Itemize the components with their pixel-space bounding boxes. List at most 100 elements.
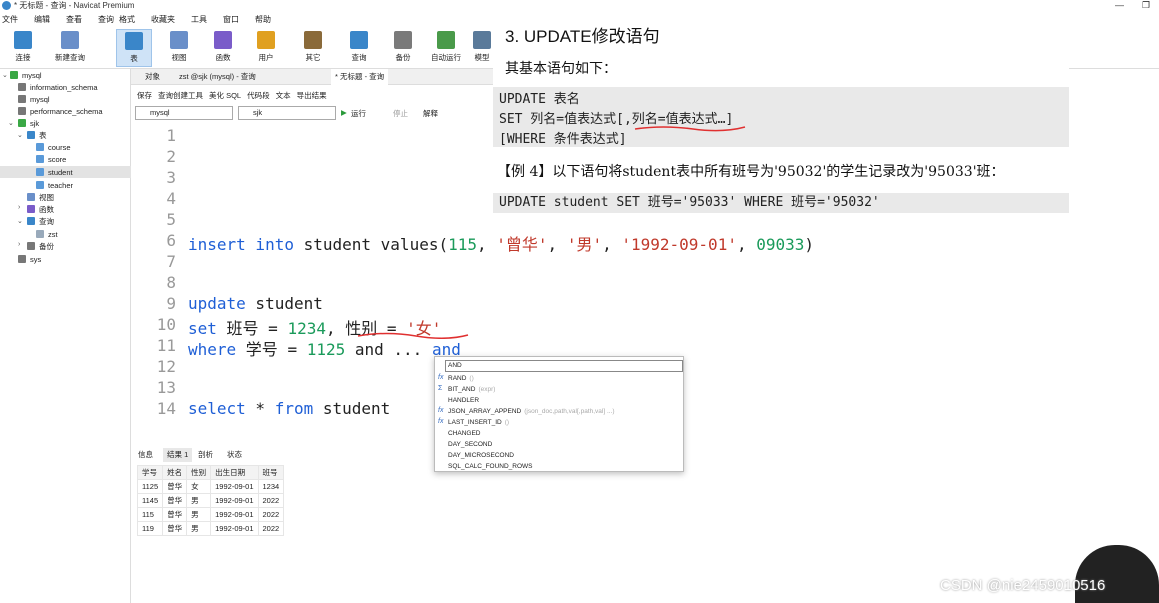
table-icon [36,155,44,163]
tree-node-mysql-connection[interactable]: mysql [10,69,42,81]
tab-zst-query[interactable]: zst @sjk (mysql) - 查询 [175,69,260,85]
webcam-person-image [1075,545,1159,603]
tab-profile[interactable]: 剖析 [194,448,217,462]
tree-node-functions[interactable]: 函数 [27,203,54,215]
table-row[interactable]: 119 曾华男 1992-09-01 2022 [136,521,285,536]
chevron-right-icon[interactable]: › [18,241,20,248]
export-results-button[interactable]: 导出结果 [297,90,327,101]
query-builder-button[interactable]: 查询创建工具 [158,90,203,101]
tree-node-sjk[interactable]: sjk [18,117,39,129]
menu-query[interactable]: 查询 [98,14,114,25]
view-button[interactable]: 视图 [161,29,197,67]
menu-favorites[interactable]: 收藏夹 [151,14,175,25]
run-icon: ▶ [341,108,347,117]
column-header[interactable]: 出生日期 [210,465,259,480]
menu-file[interactable]: 文件 [2,14,18,25]
new-query-icon [61,31,79,49]
column-header[interactable]: 姓名 [162,465,188,480]
tree-node-course[interactable]: course [36,141,71,153]
autocomplete-item[interactable]: BIT_AND (expr) [448,384,495,395]
chevron-down-icon[interactable]: ⌄ [8,119,14,127]
autocomplete-item[interactable]: LAST_INSERT_ID() [448,417,509,428]
beautify-sql-button[interactable]: 美化 SQL [209,90,241,101]
menu-edit[interactable]: 编辑 [34,14,50,25]
table-row[interactable]: 1145 曾华男 1992-09-01 2022 [136,493,285,508]
minimize-button[interactable]: — [1115,0,1124,10]
stop-button[interactable]: 停止 [393,108,408,119]
connection-select[interactable]: mysql [135,106,233,120]
tab-untitled-query[interactable]: * 无标题 - 查询 [331,69,389,85]
code-line-where: where 学号 = 1125 and ... and [188,340,461,359]
tree-node-tables[interactable]: 表 [27,129,47,141]
connect-button[interactable]: 连接 [5,29,41,67]
database-select[interactable]: sjk [238,106,336,120]
result-tabs: 信息 结果 1 剖析 状态 [131,448,1159,462]
column-header[interactable]: 班号 [257,465,285,480]
autocomplete-item[interactable]: HANDLER [448,395,482,406]
query-icon [350,31,368,49]
tree-node-information-schema[interactable]: information_schema [18,81,98,93]
tree-node-backups[interactable]: 备份 [27,240,54,252]
run-button[interactable]: 运行 [351,108,366,119]
function-icon [27,205,35,213]
tab-info[interactable]: 信息 [134,448,157,462]
chevron-down-icon[interactable]: ⌄ [17,131,23,139]
autocomplete-item[interactable]: RAND() [448,373,474,384]
tree-node-zst[interactable]: zst [36,228,58,240]
navicat-app-icon [2,1,11,10]
view-icon [170,31,188,49]
automation-icon [437,31,455,49]
tree-node-queries[interactable]: 查询 [27,215,54,227]
table-button[interactable]: 表 [116,29,152,67]
menu-tools[interactable]: 工具 [191,14,207,25]
function-button[interactable]: 函数 [205,29,241,67]
autocomplete-input[interactable]: AND [445,360,683,372]
tree-node-student[interactable]: student [0,166,131,178]
connection-tree: ⌄ mysql information_schema mysql perform… [0,69,131,603]
chevron-right-icon[interactable]: › [18,204,20,211]
menu-window[interactable]: 窗口 [223,14,239,25]
red-underline-annotation [357,332,469,339]
column-header[interactable]: 学号 [136,465,164,480]
table-row[interactable]: 1125 曾华女 1992-09-01 1234 [136,479,285,494]
tree-node-mysql-db[interactable]: mysql [18,93,50,105]
database-icon [18,107,26,115]
tree-node-score[interactable]: score [36,153,66,165]
chevron-down-icon[interactable]: ⌄ [17,217,23,225]
tree-node-sys[interactable]: sys [18,253,41,265]
menu-view[interactable]: 查看 [66,14,82,25]
tab-objects[interactable]: 对象 [141,69,164,85]
query-button[interactable]: 查询 [341,29,377,67]
tab-result-1[interactable]: 结果 1 [163,448,193,462]
autocomplete-item[interactable]: CHANGED [448,428,481,439]
text-button[interactable]: 文本 [276,90,291,101]
line-number: 3 [166,168,176,187]
line-number: 10 [156,315,176,334]
line-number: 5 [166,210,176,229]
column-header[interactable]: 性别 [186,465,212,480]
table-icon [36,143,44,151]
explain-button[interactable]: 解释 [423,108,438,119]
restore-button[interactable]: ❐ [1142,0,1150,11]
tree-node-views[interactable]: 视图 [27,191,54,203]
tab-status[interactable]: 状态 [223,448,246,462]
menu-help[interactable]: 帮助 [255,14,271,25]
chevron-down-icon[interactable]: ⌄ [2,71,8,79]
menu-format[interactable]: 格式 [119,14,135,25]
backup-button[interactable]: 备份 [385,29,421,67]
user-button[interactable]: 用户 [248,29,284,67]
autocomplete-item[interactable]: SQL_CALC_FOUND_ROWS [448,461,533,472]
other-button[interactable]: 其它 [295,29,331,67]
tree-node-performance-schema[interactable]: performance_schema [18,105,103,117]
connection-icon [10,71,18,79]
save-button[interactable]: 保存 [137,90,152,101]
model-button[interactable]: 模型 [472,29,492,67]
model-icon [473,31,491,49]
autocomplete-item[interactable]: JSON_ARRAY_APPEND (json_doc,path,val[,pat… [448,406,615,417]
tree-node-teacher[interactable]: teacher [36,179,73,191]
automation-button[interactable]: 自动运行 [428,29,464,67]
table-icon [27,131,35,139]
code-snippet-button[interactable]: 代码段 [247,90,270,101]
table-row[interactable]: 115 曾华男 1992-09-01 2022 [136,507,285,522]
new-query-button[interactable]: 新建查询 [52,29,88,67]
